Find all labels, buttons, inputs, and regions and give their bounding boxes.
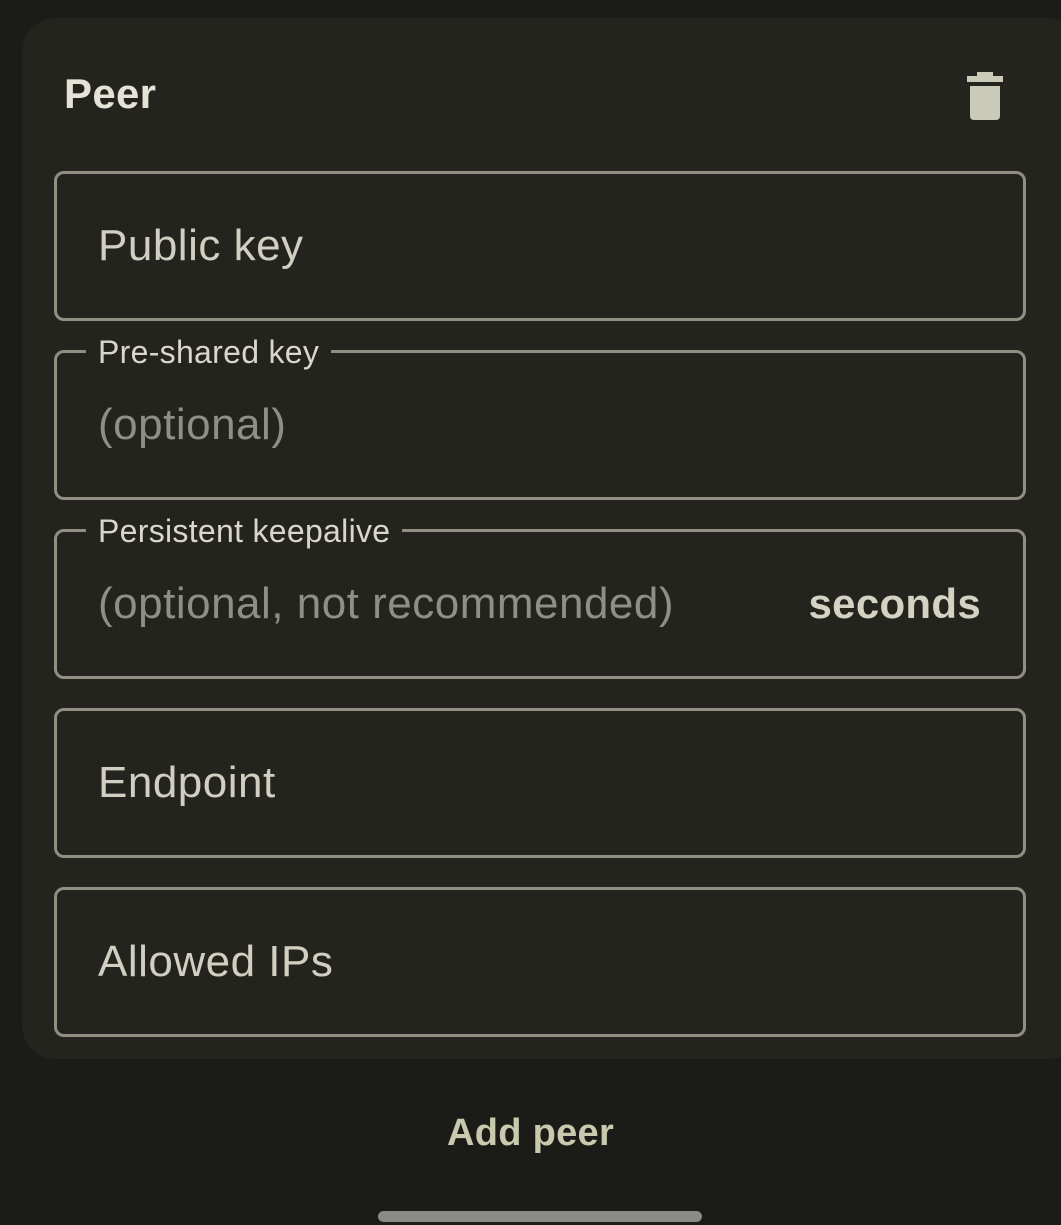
preshared-key-field[interactable]: Pre-shared key (optional) [54,334,1026,500]
persistent-keepalive-suffix: seconds [808,580,981,627]
peer-card: Peer Public key Pre-shared key (optional… [22,18,1061,1059]
persistent-keepalive-placeholder: (optional, not recommended) [98,579,675,628]
public-key-field[interactable]: Public key [54,171,1026,321]
delete-peer-button[interactable] [950,62,1020,132]
endpoint-field[interactable]: Endpoint [54,708,1026,858]
preshared-key-label: Pre-shared key [86,334,332,370]
add-peer-button[interactable]: Add peer [0,1112,1061,1155]
public-key-label: Public key [98,221,304,270]
persistent-keepalive-field[interactable]: Persistent keepalive (optional, not reco… [54,513,1026,679]
peer-card-title: Peer [64,70,157,117]
persistent-keepalive-label: Persistent keepalive [86,513,403,549]
allowed-ips-label: Allowed IPs [98,937,334,986]
home-indicator[interactable] [378,1211,702,1222]
trash-icon [967,72,1003,120]
allowed-ips-field[interactable]: Allowed IPs [54,887,1026,1037]
endpoint-label: Endpoint [98,758,276,807]
preshared-key-placeholder: (optional) [98,400,287,449]
